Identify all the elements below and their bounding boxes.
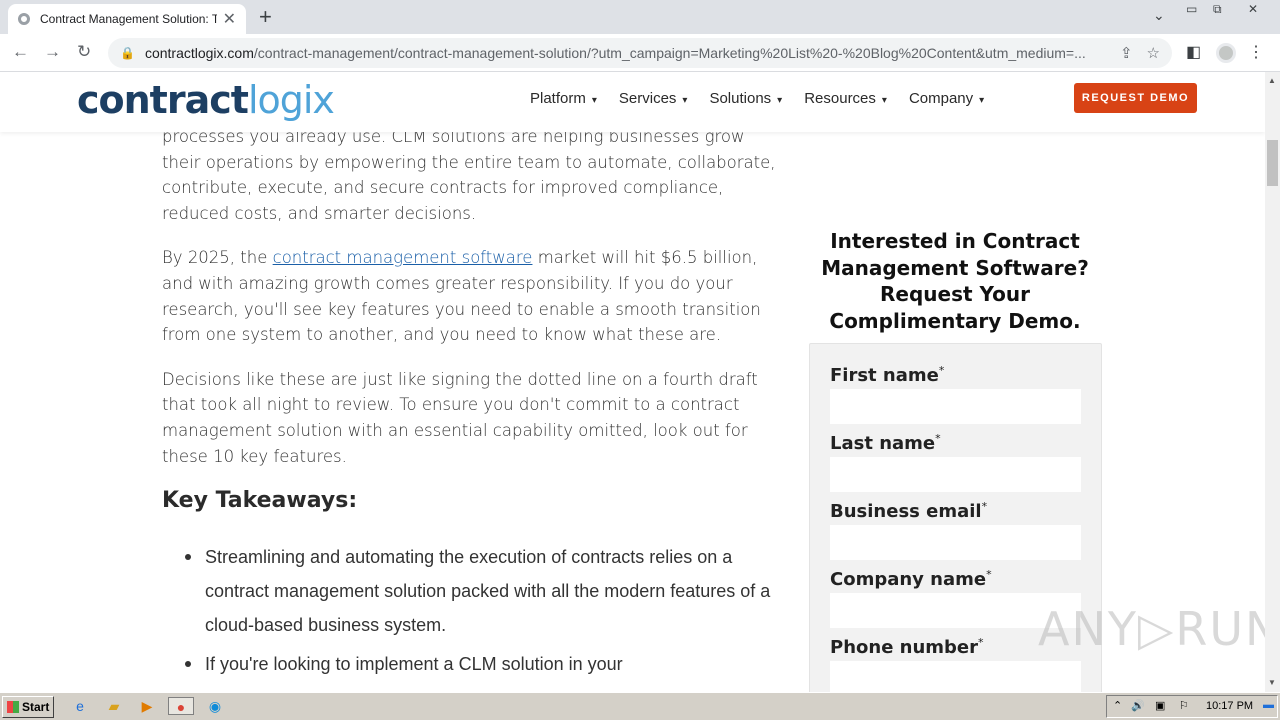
media-player-icon[interactable]: ▶ xyxy=(137,697,157,715)
company-name-label: Company name* xyxy=(830,568,992,590)
action-center-flag-icon[interactable]: ⚐ xyxy=(1179,699,1189,712)
scroll-down-icon[interactable]: ▼ xyxy=(1268,678,1276,687)
forward-button[interactable]: → xyxy=(44,42,61,62)
last-name-field[interactable] xyxy=(830,457,1081,492)
network-icon[interactable]: ▣ xyxy=(1155,699,1165,712)
nav-resources[interactable]: Resources ▾ xyxy=(804,90,887,107)
bookmark-star-icon[interactable]: ☆ xyxy=(1147,44,1160,62)
back-button[interactable]: ← xyxy=(12,42,29,62)
main-nav: Platform ▾ Services ▾ Solutions ▾ Resources… xyxy=(530,90,1006,107)
nav-solutions[interactable]: Solutions ▾ xyxy=(709,90,782,107)
chevron-down-icon: ▾ xyxy=(682,95,688,106)
nav-company[interactable]: Company ▾ xyxy=(909,90,984,107)
page-scrollbar[interactable]: ▲ ▼ xyxy=(1265,72,1280,692)
browser-tab[interactable]: Contract Management Solution: The ✕ xyxy=(8,4,246,34)
new-tab-button[interactable]: + xyxy=(259,4,272,30)
edge-icon[interactable]: ◉ xyxy=(205,697,225,715)
article-body: processes you already use. CLM solutions… xyxy=(162,124,782,686)
paragraph-2: By 2025, the contract management softwar… xyxy=(162,248,761,345)
tab-bar: Contract Management Solution: The ✕ + ⌄ … xyxy=(0,0,1280,34)
start-button[interactable]: Start xyxy=(2,695,54,718)
scroll-thumb[interactable] xyxy=(1267,140,1278,186)
browser-toolbar: ← → ↻ 🔒 contractlogix.com/contract-manag… xyxy=(0,34,1280,72)
paragraph-1: processes you already use. CLM solutions… xyxy=(162,127,776,223)
first-name-field[interactable] xyxy=(830,389,1081,424)
url-text: contractlogix.com/contract-management/co… xyxy=(144,45,1086,61)
volume-icon[interactable]: 🔊 xyxy=(1131,699,1145,712)
close-tab-icon[interactable]: ✕ xyxy=(223,9,236,29)
lock-icon: 🔒 xyxy=(120,46,135,60)
tab-title: Contract Management Solution: The xyxy=(40,12,217,26)
phone-number-field[interactable] xyxy=(830,661,1081,692)
close-window-button[interactable]: ✕ xyxy=(1248,2,1258,16)
demo-form-heading: Interested in Contract Management Softwa… xyxy=(821,229,1089,333)
clock: 10:17 PM xyxy=(1206,700,1254,712)
site-header: contractlogix Platform ▾ Services ▾ Soluti… xyxy=(0,72,1265,132)
chevron-down-icon: ▾ xyxy=(591,95,597,106)
chrome-icon[interactable]: ● xyxy=(168,697,194,715)
nav-services[interactable]: Services ▾ xyxy=(619,90,688,107)
takeaways-list: Streamlining and automating the executio… xyxy=(162,540,782,681)
paragraph-3: Decisions like these are just like signi… xyxy=(162,369,758,466)
key-takeaways-heading: Key Takeaways: xyxy=(162,488,358,514)
show-desktop-icon[interactable]: ▬ xyxy=(1263,699,1274,711)
system-tray: ⌃ 🔊 ▣ ⚐ 10:17 PM ▬ xyxy=(1106,695,1278,718)
tray-expand-icon[interactable]: ⌃ xyxy=(1113,699,1122,712)
first-name-label: First name* xyxy=(830,364,945,386)
list-item: If you're looking to implement a CLM sol… xyxy=(185,647,782,681)
side-panel-icon[interactable]: ◧ xyxy=(1186,42,1201,62)
reload-button[interactable]: ↻ xyxy=(77,42,91,62)
chevron-down-icon: ▾ xyxy=(777,95,783,106)
contract-software-link[interactable]: contract management software xyxy=(273,248,533,267)
explorer-folder-icon[interactable]: ▰ xyxy=(104,697,124,715)
business-email-field[interactable] xyxy=(830,525,1081,560)
address-bar[interactable]: 🔒 contractlogix.com/contract-management/… xyxy=(108,38,1172,68)
profile-avatar[interactable] xyxy=(1216,43,1236,63)
windows-flag-icon xyxy=(7,700,19,713)
favicon-icon xyxy=(18,13,30,25)
business-email-label: Business email* xyxy=(830,500,988,522)
contractlogix-logo[interactable]: contractlogix xyxy=(77,78,335,122)
chevron-down-icon: ▾ xyxy=(979,95,985,106)
last-name-label: Last name* xyxy=(830,432,941,454)
tab-search-chevron-icon[interactable]: ⌄ xyxy=(1153,7,1165,24)
page-viewport: processes you already use. CLM solutions… xyxy=(0,72,1265,692)
menu-kebab-icon[interactable]: ⋮ xyxy=(1248,42,1264,62)
scroll-up-icon[interactable]: ▲ xyxy=(1268,76,1276,85)
nav-platform[interactable]: Platform ▾ xyxy=(530,90,597,107)
ie-icon[interactable]: e xyxy=(70,697,90,715)
request-demo-button[interactable]: REQUEST DEMO xyxy=(1074,83,1197,113)
anyrun-watermark: ANY▷RUN xyxy=(1038,602,1265,656)
chevron-down-icon: ▾ xyxy=(881,95,887,106)
share-icon[interactable]: ⇪ xyxy=(1120,44,1133,62)
list-item: Streamlining and automating the executio… xyxy=(185,540,782,642)
restore-button[interactable]: ⧉ xyxy=(1213,2,1222,17)
minimize-button[interactable]: ▭ xyxy=(1186,2,1197,16)
